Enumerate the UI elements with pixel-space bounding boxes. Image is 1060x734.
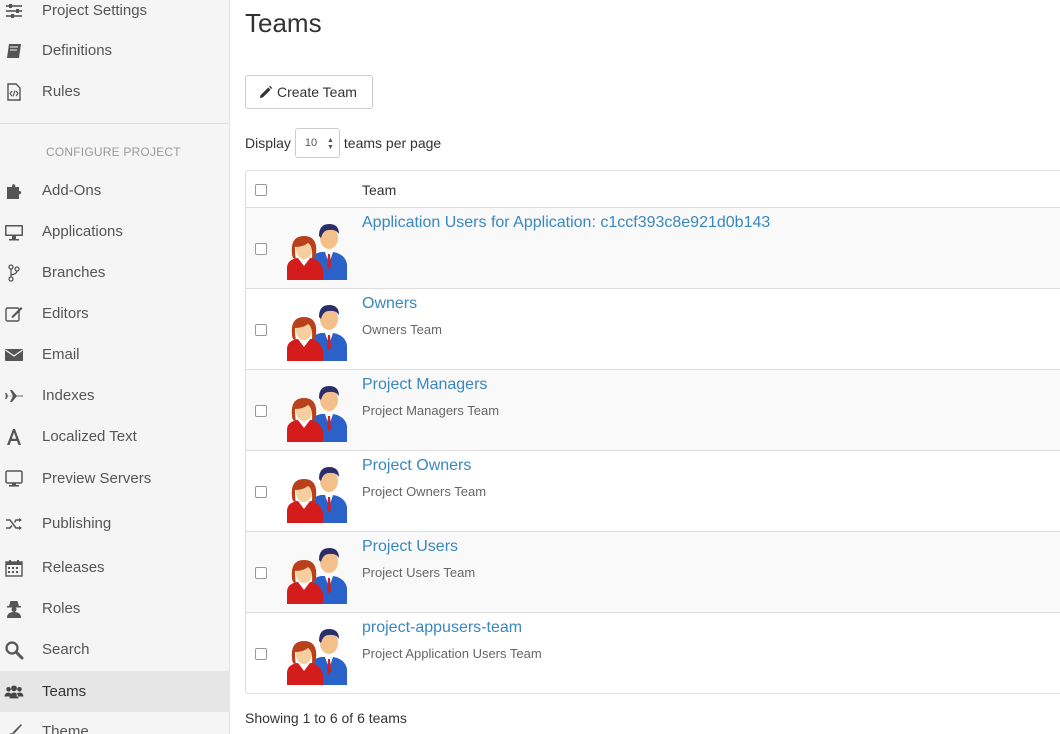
sidebar-item-label: Search bbox=[42, 641, 90, 658]
calendar-icon bbox=[3, 557, 25, 579]
main-content: Teams Create Team Display 10 ▲ ▼ teams pe… bbox=[245, 0, 1060, 734]
teams-table: Team Application Users for Application: … bbox=[245, 170, 1060, 694]
branch-icon bbox=[3, 262, 25, 284]
sidebar-item-label: Branches bbox=[42, 264, 106, 281]
sidebar-item-label: Rules bbox=[42, 83, 81, 100]
sidebar-item-publishing[interactable]: Publishing bbox=[0, 503, 229, 544]
team-name-link[interactable]: Owners bbox=[362, 295, 417, 313]
team-avatar-icon bbox=[281, 459, 349, 523]
sidebar-item-teams[interactable]: Teams bbox=[0, 671, 229, 712]
monitor-icon bbox=[3, 468, 25, 490]
sidebar-item-add-ons[interactable]: Add-Ons bbox=[0, 170, 229, 211]
sidebar-item-label: Releases bbox=[42, 559, 105, 576]
table-row: Owners Owners Team bbox=[246, 289, 1060, 370]
table-row: Project Owners Project Owners Team bbox=[246, 451, 1060, 532]
section-header: CONFIGURE PROJECT bbox=[46, 145, 181, 159]
envelope-icon bbox=[3, 344, 25, 366]
table-header: Team bbox=[246, 171, 1060, 208]
team-description: Project Application Users Team bbox=[362, 646, 542, 661]
row-checkbox[interactable] bbox=[255, 243, 267, 255]
row-checkbox[interactable] bbox=[255, 405, 267, 417]
sliders-icon bbox=[3, 0, 25, 22]
pencil-icon bbox=[259, 85, 273, 98]
display-label: Display bbox=[245, 135, 291, 151]
page-title: Teams bbox=[245, 8, 322, 38]
sidebar-item-roles[interactable]: Roles bbox=[0, 588, 229, 629]
sidebar: Project Settings Definitions Rules CONFI… bbox=[0, 0, 230, 734]
puzzle-icon bbox=[3, 180, 25, 202]
sidebar-item-label: Roles bbox=[42, 600, 81, 617]
table-row: project-appusers-team Project Application… bbox=[246, 613, 1060, 694]
row-checkbox[interactable] bbox=[255, 324, 267, 336]
sidebar-divider bbox=[0, 123, 229, 124]
user-secret-icon bbox=[3, 598, 25, 620]
brush-icon bbox=[3, 721, 25, 734]
sidebar-item-label: Teams bbox=[42, 683, 87, 700]
team-avatar-icon bbox=[281, 216, 349, 280]
table-row: Project Users Project Users Team bbox=[246, 532, 1060, 613]
sidebar-item-label: Project Settings bbox=[42, 2, 148, 19]
team-description: Project Owners Team bbox=[362, 484, 487, 499]
sidebar-item-label: Email bbox=[42, 346, 80, 363]
sidebar-item-label: Definitions bbox=[42, 42, 113, 59]
team-name-link[interactable]: Project Owners bbox=[362, 457, 471, 475]
column-header-team: Team bbox=[362, 182, 397, 198]
sidebar-item-label: Indexes bbox=[42, 387, 95, 404]
team-name-link[interactable]: Project Users bbox=[362, 538, 458, 556]
sidebar-item-label: Editors bbox=[42, 305, 89, 322]
sidebar-item-label: Add-Ons bbox=[42, 182, 102, 199]
sidebar-item-label: Theme bbox=[42, 723, 89, 734]
sidebar-item-branches[interactable]: Branches bbox=[0, 252, 229, 293]
create-team-button[interactable]: Create Team bbox=[245, 75, 373, 109]
code-file-icon bbox=[3, 81, 25, 103]
team-name-link[interactable]: Application Users for Application: c1ccf… bbox=[362, 214, 770, 232]
search-icon bbox=[3, 639, 25, 661]
sidebar-item-label: Preview Servers bbox=[42, 470, 152, 487]
sidebar-item-preview-servers[interactable]: Preview Servers bbox=[0, 458, 229, 499]
edit-icon bbox=[3, 303, 25, 325]
team-description: Owners Team bbox=[362, 322, 442, 337]
sidebar-item-rules[interactable]: Rules bbox=[0, 71, 229, 112]
select-all-checkbox[interactable] bbox=[255, 184, 267, 196]
users-icon bbox=[3, 681, 25, 703]
team-name-link[interactable]: project-appusers-team bbox=[362, 619, 522, 637]
sidebar-item-label: Publishing bbox=[42, 515, 112, 532]
table-row: Application Users for Application: c1ccf… bbox=[246, 208, 1060, 289]
sidebar-item-releases[interactable]: Releases bbox=[0, 547, 229, 588]
row-checkbox[interactable] bbox=[255, 486, 267, 498]
row-checkbox[interactable] bbox=[255, 567, 267, 579]
table-row: Project Managers Project Managers Team bbox=[246, 370, 1060, 451]
sidebar-item-search[interactable]: Search bbox=[0, 629, 229, 670]
sidebar-item-label: Applications bbox=[42, 223, 123, 240]
desktop-icon bbox=[3, 221, 25, 243]
team-name-link[interactable]: Project Managers bbox=[362, 376, 487, 394]
team-avatar-icon bbox=[281, 378, 349, 442]
shuffle-icon bbox=[3, 513, 25, 535]
row-checkbox[interactable] bbox=[255, 648, 267, 660]
sidebar-item-localized-text[interactable]: Localized Text bbox=[0, 416, 229, 457]
sidebar-item-definitions[interactable]: Definitions bbox=[0, 30, 229, 71]
per-page-value: 10 bbox=[304, 137, 318, 149]
create-team-label: Create Team bbox=[277, 84, 357, 100]
sidebar-item-project-settings[interactable]: Project Settings bbox=[0, 0, 229, 31]
per-page-suffix: teams per page bbox=[343, 135, 442, 151]
book-icon bbox=[3, 40, 25, 62]
per-page-select[interactable]: 10 ▲ ▼ bbox=[294, 128, 340, 158]
sidebar-item-theme[interactable]: Theme bbox=[0, 711, 229, 734]
sidebar-item-applications[interactable]: Applications bbox=[0, 211, 229, 252]
team-description: Project Users Team bbox=[362, 565, 476, 580]
team-avatar-icon bbox=[281, 297, 349, 361]
team-avatar-icon bbox=[281, 540, 349, 604]
page-size-control: Display 10 ▲ ▼ teams per page bbox=[245, 128, 441, 158]
sidebar-item-editors[interactable]: Editors bbox=[0, 293, 229, 334]
sidebar-item-label: Localized Text bbox=[42, 428, 137, 445]
sidebar-item-email[interactable]: Email bbox=[0, 334, 229, 375]
select-arrows-icon: ▲ ▼ bbox=[326, 137, 334, 151]
font-icon bbox=[3, 426, 25, 448]
team-description: Project Managers Team bbox=[362, 403, 500, 418]
plane-icon bbox=[3, 385, 25, 407]
team-avatar-icon bbox=[281, 621, 349, 685]
sidebar-item-indexes[interactable]: Indexes bbox=[0, 375, 229, 416]
pagination-summary: Showing 1 to 6 of 6 teams bbox=[245, 710, 407, 726]
